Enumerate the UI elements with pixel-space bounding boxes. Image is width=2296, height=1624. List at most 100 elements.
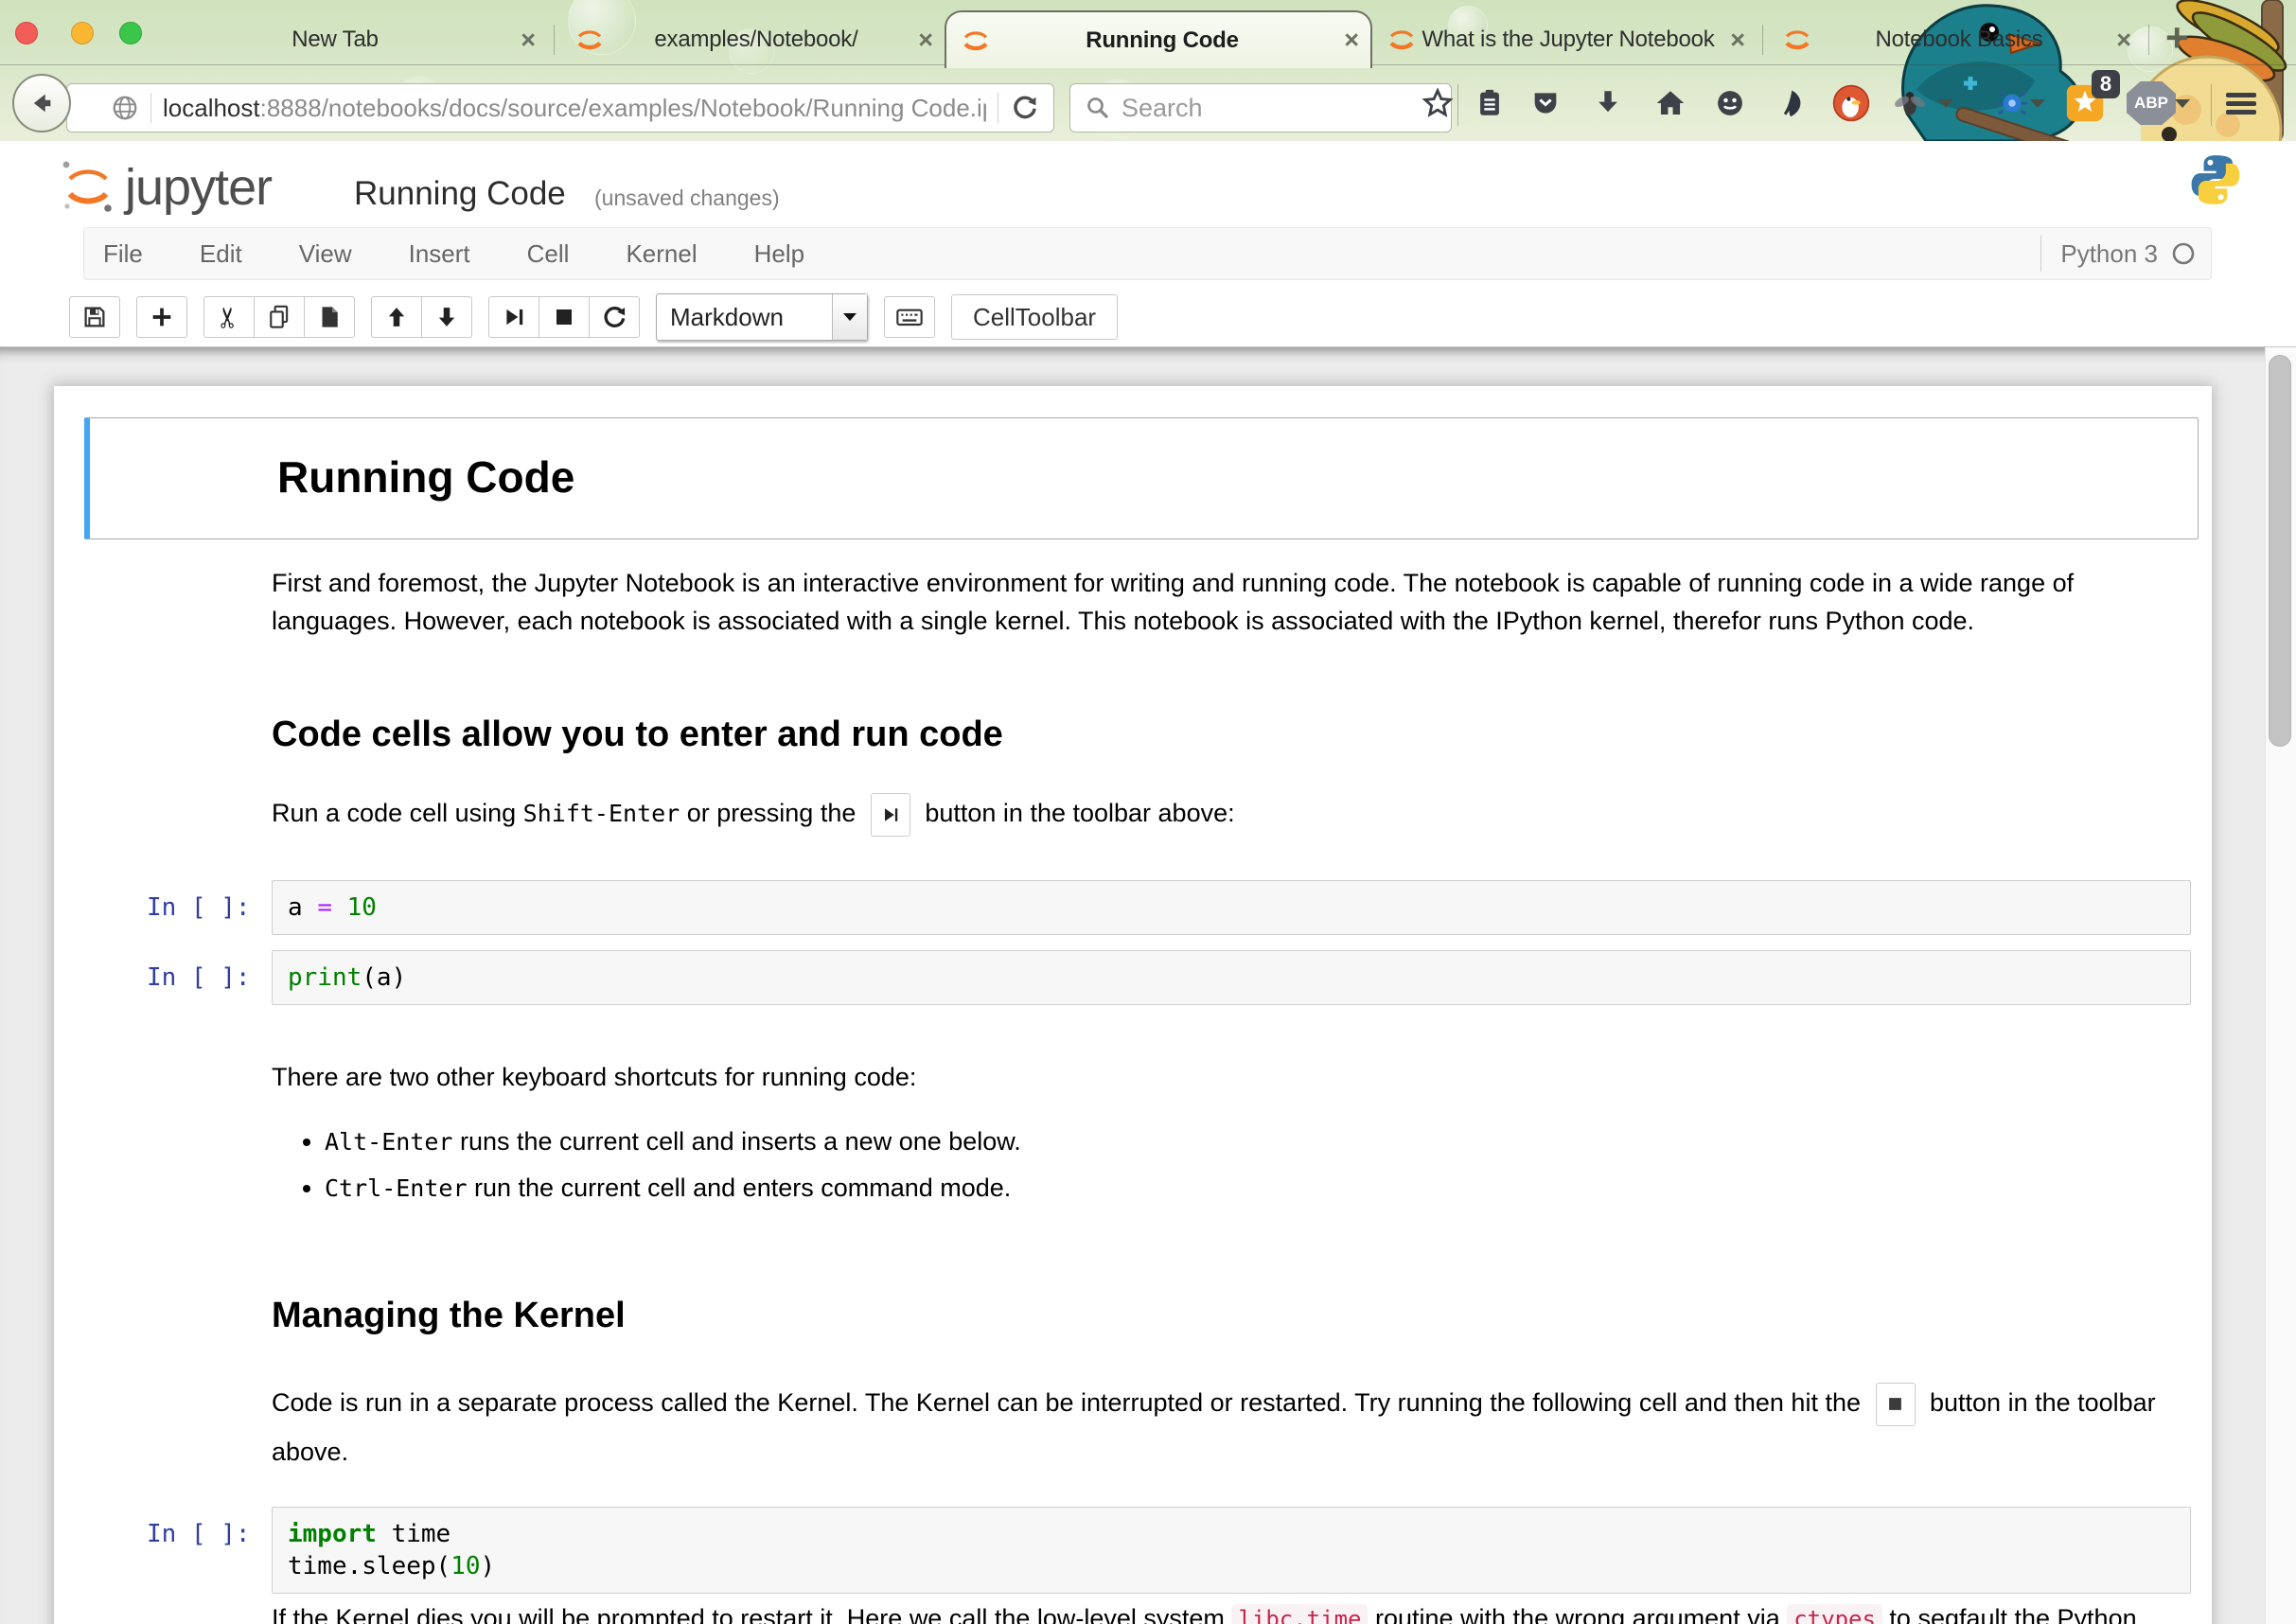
- window-zoom-button[interactable]: [119, 22, 142, 44]
- tab-what-is-jupyter[interactable]: What is the Jupyter Notebook ×: [1372, 14, 1757, 65]
- tab-new-tab[interactable]: New Tab ×: [161, 14, 547, 65]
- cut-cell-button[interactable]: ✂: [203, 296, 255, 338]
- reload-icon[interactable]: [1010, 93, 1040, 123]
- url-bar[interactable]: localhost:8888/notebooks/docs/source/exa…: [66, 83, 1054, 132]
- celltoolbar-button[interactable]: CellToolbar: [951, 294, 1118, 340]
- tab-label: examples/Notebook/: [606, 26, 907, 53]
- scrollbar-thumb[interactable]: [2269, 355, 2291, 747]
- tab-separator: [1762, 25, 1763, 55]
- adblock-plus-button[interactable]: ABP: [2126, 78, 2177, 129]
- markdown-cell-code-cells[interactable]: Code cells allow you to enter and run co…: [84, 664, 2199, 873]
- dropdown-caret-icon[interactable]: [2173, 97, 2192, 109]
- input-prompt: In [ ]:: [92, 880, 272, 922]
- feedback-smiley-button[interactable]: [1704, 78, 1756, 129]
- markdown-cell-managing-kernel[interactable]: Managing the Kernel Code is run in a sep…: [84, 1234, 2199, 1499]
- move-cell-up-button[interactable]: [371, 296, 422, 338]
- tab-close-icon[interactable]: ×: [907, 26, 945, 55]
- new-tab-button[interactable]: +: [2165, 19, 2189, 57]
- keyboard-icon: [894, 302, 925, 332]
- search-bar[interactable]: Search: [1069, 83, 1452, 132]
- screen: { "browser": { "tabs": [ {"label": "New …: [0, 0, 2296, 1624]
- cell-type-select[interactable]: Markdown: [656, 293, 868, 341]
- copy-icon: [265, 303, 293, 331]
- interrupt-kernel-button[interactable]: [539, 296, 590, 338]
- window-minimize-button[interactable]: [71, 22, 94, 44]
- notebook-site: Running Code First and foremost, the Jup…: [0, 346, 2296, 1624]
- section-heading-kernel: Managing the Kernel: [272, 1295, 2191, 1336]
- markdown-cell-shortcuts[interactable]: There are two other keyboard shortcuts f…: [84, 1013, 2199, 1234]
- clipboard-list-icon: [1474, 87, 1506, 119]
- run-cell-button[interactable]: [488, 296, 539, 338]
- reading-list-button[interactable]: [1464, 78, 1515, 129]
- tab-notebook-basics[interactable]: Notebook Basics ×: [1768, 14, 2143, 65]
- duckduckgo-icon: [1831, 83, 1871, 123]
- menu-edit[interactable]: Edit: [200, 239, 242, 269]
- menu-hamburger-button[interactable]: [2226, 78, 2277, 129]
- markdown-cell-title-selected[interactable]: Running Code: [84, 417, 2199, 539]
- shortcuts-list: Alt-Enter runs the current cell and inse…: [272, 1122, 2191, 1208]
- menu-cell[interactable]: Cell: [527, 239, 570, 269]
- back-arrow-icon: [27, 89, 56, 117]
- window-close-button[interactable]: [15, 22, 38, 44]
- notebook-toolbar: ✂: [69, 293, 1118, 341]
- insert-cell-below-button[interactable]: [136, 296, 187, 338]
- code-input-area[interactable]: import timetime.sleep(10): [272, 1507, 2191, 1594]
- tab-label: Notebook Basics: [1813, 26, 2105, 53]
- duckduckgo-addon-button[interactable]: [1826, 78, 1877, 129]
- move-cell-down-button[interactable]: [421, 296, 472, 338]
- url-text[interactable]: localhost:8888/notebooks/docs/source/exa…: [163, 94, 986, 123]
- menu-help[interactable]: Help: [754, 239, 804, 269]
- pocket-button[interactable]: [1520, 78, 1571, 129]
- input-prompt: In [ ]:: [92, 1507, 272, 1548]
- command-palette-button[interactable]: [884, 296, 935, 338]
- dropdown-caret-icon[interactable]: [2028, 97, 2047, 109]
- addon-count-badge: 8: [2092, 70, 2120, 98]
- tab-close-icon[interactable]: ×: [1333, 26, 1370, 55]
- shortcut-ctrl-enter: Ctrl-Enter run the current cell and ente…: [325, 1169, 2191, 1208]
- paste-cell-button[interactable]: [304, 296, 355, 338]
- download-arrow-icon: [1592, 87, 1624, 119]
- dropdown-caret-icon[interactable]: [1936, 97, 1955, 109]
- tab-separator: [554, 25, 555, 55]
- code-cell-sleep[interactable]: In [ ]: import timetime.sleep(10): [84, 1499, 2199, 1598]
- code-cell-assignment[interactable]: In [ ]: a = 10: [84, 873, 2199, 943]
- tab-close-icon[interactable]: ×: [2105, 26, 2143, 55]
- code-input-area[interactable]: print(a): [272, 950, 2191, 1005]
- run-icon: [882, 805, 899, 824]
- restart-kernel-button[interactable]: [589, 296, 640, 338]
- kernel-name: Python 3: [2060, 239, 2158, 269]
- save-button[interactable]: [69, 296, 120, 338]
- markdown-cell-segfault[interactable]: If the Kernel dies you will be prompted …: [84, 1599, 2199, 1624]
- scissors-icon: ✂: [212, 305, 245, 328]
- menu-insert[interactable]: Insert: [409, 239, 470, 269]
- kernel-divider: [2040, 236, 2041, 272]
- tab-running-code-active[interactable]: Running Code ×: [945, 10, 1372, 68]
- fly-addon-button[interactable]: [1884, 78, 1935, 129]
- menu-view[interactable]: View: [299, 239, 352, 269]
- kernel-text-pre: Code is run in a separate process called…: [272, 1388, 1868, 1417]
- menu-kernel[interactable]: Kernel: [626, 239, 697, 269]
- downloads-button[interactable]: [1582, 78, 1634, 129]
- copy-cell-button[interactable]: [254, 296, 305, 338]
- notebook-title[interactable]: Running Code: [354, 175, 566, 213]
- code-cell-print[interactable]: In [ ]: print(a): [84, 943, 2199, 1013]
- tab-examples-notebook[interactable]: examples/Notebook/ ×: [560, 14, 945, 65]
- bookmark-star-button[interactable]: [1412, 78, 1463, 129]
- scrollbar-track[interactable]: [2265, 346, 2296, 1624]
- code-input-area[interactable]: a = 10: [272, 880, 2191, 935]
- ctrl-enter-code: Ctrl-Enter: [325, 1174, 468, 1202]
- markdown-cell-intro[interactable]: First and foremost, the Jupyter Notebook…: [84, 539, 2199, 664]
- navigation-toolbar: localhost:8888/notebooks/docs/source/exa…: [0, 65, 2296, 141]
- home-button[interactable]: [1645, 78, 1696, 129]
- menu-file[interactable]: File: [103, 239, 143, 269]
- session-manager-addon-button[interactable]: 8: [2059, 78, 2111, 129]
- alt-enter-code: Alt-Enter: [325, 1128, 452, 1156]
- quill-addon-button[interactable]: [1765, 78, 1816, 129]
- run-instruction-line: Run a code cell using Shift-Enter or pre…: [272, 793, 2191, 837]
- back-button[interactable]: [12, 74, 71, 132]
- tab-close-icon[interactable]: ×: [1719, 26, 1757, 55]
- tab-close-icon[interactable]: ×: [509, 26, 547, 55]
- tab-label: New Tab: [161, 26, 509, 53]
- url-host: localhost: [163, 94, 260, 122]
- jupyter-logo[interactable]: jupyter: [59, 156, 272, 215]
